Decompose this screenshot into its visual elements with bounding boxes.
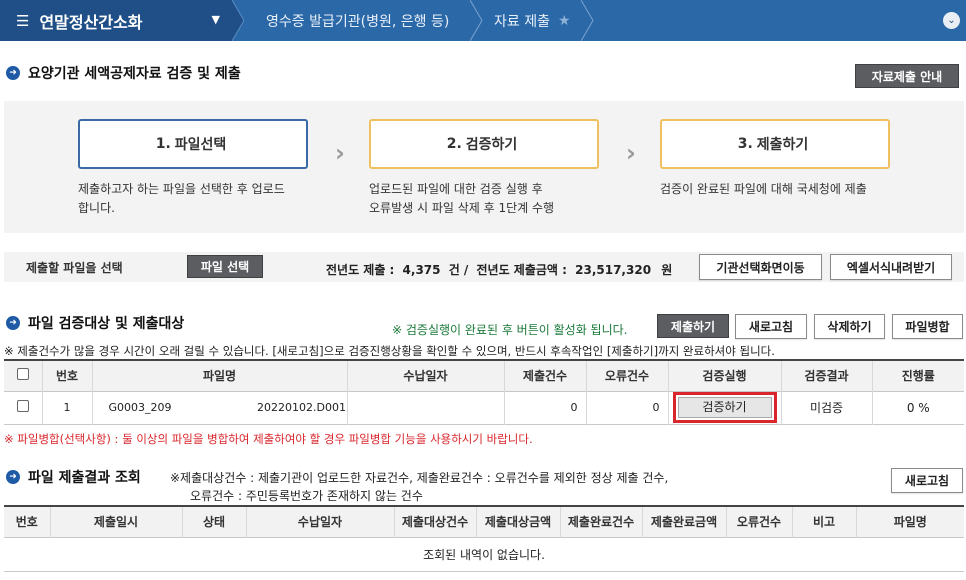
file-select-button[interactable]: 파일 선택 [187,255,263,278]
column-header: 제출대상건수 [393,506,476,537]
verify-run-cell: 검증하기 [667,391,781,424]
file-select-label: 제출할 파일을 선택 [26,261,123,275]
page-title: ➜ 요양기관 세액공제자료 검증 및 제출 [6,63,241,83]
verify-run-button[interactable]: 검증하기 [677,397,772,418]
table-row: 1 G0003_209 20220102.D001 0 0 검증하기 미검증 0… [4,391,964,424]
results-refresh-button[interactable]: 새로고침 [891,468,963,493]
column-header: 수납일자 [346,360,504,391]
submit-button[interactable]: 제출하기 [657,314,729,338]
excel-download-button[interactable]: 엑셀서식내려받기 [830,254,952,280]
column-header: 검증실행 [667,360,781,391]
step-1-box: 1. 파일선택 [78,119,308,169]
select-all-checkbox[interactable] [16,368,29,381]
column-header: 파일명 [855,506,964,537]
empty-message: 조회된 내역이 없습니다. [423,547,545,562]
section-bullet-icon: ➜ [6,470,20,484]
results-note-1: ※제출대상건수 : 제출기관이 업로드한 자료건수, 제출완료건수 : 오류건수… [170,471,669,485]
column-header: 제출대상금액 [475,506,560,537]
prev-year-summary: 전년도 제출 : 4,375 건 / 전년도 제출금액 : 23,517,320… [326,263,673,277]
pay-date-cell [346,391,504,424]
section-bullet-icon: ➜ [6,316,20,330]
collapse-nav-icon[interactable]: ⌄ [943,12,960,29]
breadcrumb-separator-icon [580,0,595,41]
empty-row: 조회된 내역이 없습니다. [4,537,964,571]
agency-select-button[interactable]: 기관선택화면이동 [699,254,822,280]
step-2-box: 2. 검증하기 [369,119,599,169]
submission-guide-button[interactable]: 자료제출 안내 [855,64,959,88]
select-all-header [4,360,42,391]
column-header: 제출완료금액 [641,506,726,537]
verify-hint: ※ 검증실행이 완료된 후 버튼이 활성화 됩니다. [392,323,628,337]
section-bullet-icon: ➜ [6,66,20,80]
column-header: 번호 [41,360,92,391]
hamburger-icon: ☰ [16,11,30,30]
delete-button[interactable]: 삭제하기 [814,314,885,339]
caret-down-icon: ▼ [211,13,220,26]
menu-title: 연말정산간소화 [39,12,143,32]
step-2-description: 업로드된 파일에 대한 검증 실행 후 오류발생 시 파일 삭제 후 1단계 수… [369,182,555,215]
submit-count-cell: 0 [503,391,586,424]
row-checkbox[interactable] [16,400,29,412]
column-header: 제출일시 [49,506,182,537]
step-arrow-icon: › [335,139,345,167]
breadcrumb-item-issuer[interactable]: 영수증 발급기관(병원, 은행 등) [246,0,470,41]
column-header: 제출건수 [503,360,586,391]
verify-table: 번호 파일명 수납일자 제출건수 오류건수 검증실행 검증결과 진행률 1 G0… [4,359,964,425]
error-count-cell: 0 [585,391,668,424]
column-header: 진행률 [871,360,964,391]
row-number: 1 [41,391,92,424]
column-header: 비고 [791,506,856,537]
column-header: 제출완료건수 [559,506,642,537]
results-table: 번호 제출일시 상태 수납일자 제출대상건수 제출대상금액 제출완료건수 제출완… [4,505,964,572]
merge-notice: ※ 파일병합(선택사항) : 둘 이상의 파일을 병합하여 제출하여야 할 경우… [4,432,533,446]
column-header: 검증결과 [780,360,872,391]
column-header: 번호 [4,506,50,537]
verify-section-title: ➜ 파일 검증대상 및 제출대상 [6,313,184,333]
breadcrumb-separator-icon [232,0,246,41]
step-3-box: 3. 제출하기 [660,119,890,169]
breadcrumb-separator-icon [470,0,484,41]
step-3-description: 검증이 완료된 파일에 대해 국세청에 제출 [660,182,867,196]
verify-run-highlight: 검증하기 [672,392,777,423]
merge-button[interactable]: 파일병합 [892,314,963,339]
file-name-cell: G0003_209 20220102.D001 [91,391,347,424]
refresh-button[interactable]: 새로고침 [735,314,807,339]
verify-result-cell: 미검증 [780,391,872,424]
verify-notice: ※ 제출건수가 많을 경우 시간이 오래 걸릴 수 있습니다. [새로고침]으로… [4,344,775,358]
top-nav: ☰ 연말정산간소화 ▼ 영수증 발급기관(병원, 은행 등) 자료 제출 ★ ⌄ [0,0,966,41]
progress-cell: 0 % [871,391,964,424]
column-header: 오류건수 [585,360,668,391]
steps-panel: 1. 파일선택 제출하고자 하는 파일을 선택한 후 업로드 합니다. › 2. 검… [4,101,964,233]
step-arrow-icon: › [626,139,636,167]
column-header: 수납일자 [245,506,394,537]
results-note-2: 오류건수 : 주민등록번호가 존재하지 않는 건수 [190,489,423,503]
menu-dropdown[interactable]: ☰ 연말정산간소화 ▼ [0,0,232,41]
breadcrumb-item-submit[interactable]: 자료 제출 ★ [484,0,571,41]
column-header: 파일명 [91,360,347,391]
favorite-star-icon[interactable]: ★ [558,13,571,29]
results-section-title: ➜ 파일 제출결과 조회 [6,467,141,487]
column-header: 오류건수 [725,506,792,537]
column-header: 상태 [181,506,246,537]
step-1-description: 제출하고자 하는 파일을 선택한 후 업로드 합니다. [78,182,285,215]
